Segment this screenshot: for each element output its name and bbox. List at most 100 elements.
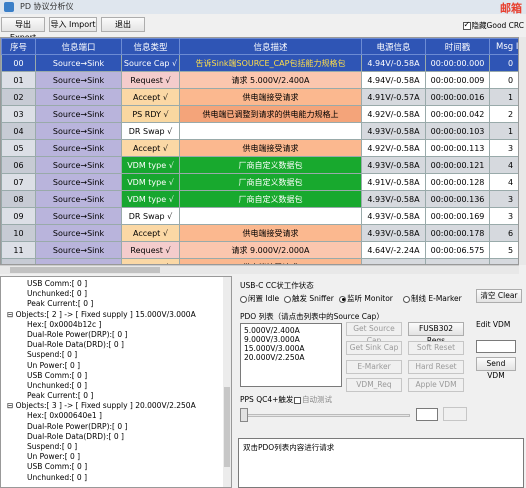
- cell-msgid: 3: [489, 190, 518, 208]
- header-port[interactable]: 信息端口: [35, 38, 122, 55]
- pdo-item[interactable]: 5.000V/2.400A: [244, 326, 338, 335]
- soft-reset-button[interactable]: Soft Reset: [408, 341, 464, 355]
- header-desc[interactable]: 信息描述: [179, 38, 362, 55]
- pdo-item[interactable]: 15.000V/3.000A: [244, 344, 338, 353]
- table-row[interactable]: 09 Source→Sink DR Swap √ 4.93V/-0.58A 00:00:…: [1, 207, 518, 225]
- table-row[interactable]: 08 Source→Sink VDM type √ 厂商自定义数据包 4.93V/-0.…: [1, 190, 518, 208]
- log-text: 双击PDO列表内容进行请求: [243, 443, 335, 452]
- fusb302-regs-button[interactable]: FUSB302 Regs: [408, 322, 464, 345]
- table-row[interactable]: 06 Source→Sink VDM type √ 厂商自定义数据包 4.93V/-0.…: [1, 156, 518, 174]
- hide-good-crc-label: 隐藏Good CRC: [471, 21, 524, 30]
- tree-node[interactable]: Unchunked:[ 0 ]: [1, 381, 231, 391]
- get-source-cap-button[interactable]: Get Source Cap: [346, 322, 402, 345]
- cell-msgid: 6: [489, 224, 518, 242]
- import-button[interactable]: 导入 Import: [49, 17, 97, 32]
- tree-node-object[interactable]: ⊟ Objects:[ 3 ] -> [ Fixed supply ] 20.0…: [1, 401, 231, 411]
- get-sink-cap-button[interactable]: Get Sink Cap: [346, 341, 402, 355]
- mode-sniffer[interactable]: 触发 Sniffer: [284, 293, 334, 304]
- tree-node[interactable]: Suspend:[ 0 ]: [1, 442, 231, 452]
- table-row[interactable]: 03 Source→Sink PS RDY √ 供电端已调整到请求的供电能力规格上 4.…: [1, 105, 518, 123]
- pps-apply-button[interactable]: [443, 407, 467, 421]
- cell-msgid: 0: [489, 71, 518, 89]
- tree-node[interactable]: Peak Current:[ 0 ]: [1, 299, 231, 309]
- hide-good-crc-checkbox[interactable]: 隐藏Good CRC: [462, 20, 524, 31]
- edit-vdm-label: Edit VDM: [476, 320, 511, 329]
- pdo-item[interactable]: 20.000V/2.250A: [244, 353, 338, 362]
- app-icon: [4, 2, 14, 12]
- table-row[interactable]: 02 Source→Sink Accept √ 供电端接受请求 4.91V/-0.57A…: [1, 88, 518, 106]
- table-row[interactable]: 11 Source→Sink Request √ 请求 9.000V/2.000A 4.…: [1, 241, 518, 259]
- table-row[interactable]: 00 Source→Sink Source Cap √ 告诉Sink端SOURCE_C…: [1, 54, 518, 72]
- hard-reset-button[interactable]: Hard Reset: [408, 360, 464, 374]
- cell-desc: [179, 207, 362, 225]
- packet-detail-tree[interactable]: USB Comm:[ 0 ] Unchunked:[ 0 ] Peak Curren…: [0, 276, 232, 488]
- cell-type: Accept √: [121, 224, 180, 242]
- mode-emarker[interactable]: 制线 E-Marker: [403, 293, 462, 304]
- send-vdm-button[interactable]: Send VDM: [476, 357, 516, 380]
- title-bar: PD 协议分析仪 邮箱: [0, 0, 526, 15]
- cell-port: Source→Sink: [35, 224, 122, 242]
- cell-type: Accept √: [121, 88, 180, 106]
- cell-port: Source→Sink: [35, 190, 122, 208]
- tree-node[interactable]: Dual-Role Data(DRD):[ 0 ]: [1, 340, 231, 350]
- tree-node[interactable]: Suspend:[ 0 ]: [1, 350, 231, 360]
- tree-node-object[interactable]: ⊟ Objects:[ 2 ] -> [ Fixed supply ] 15.0…: [1, 310, 231, 320]
- cell-no: 06: [1, 156, 36, 174]
- cell-port: Source→Sink: [35, 122, 122, 140]
- tree-scrollbar[interactable]: [223, 277, 231, 487]
- table-vertical-scrollbar[interactable]: [519, 37, 526, 265]
- header-no[interactable]: 序号: [1, 38, 36, 55]
- tree-node[interactable]: USB Comm:[ 0 ]: [1, 279, 231, 289]
- cell-type: Request √: [121, 71, 180, 89]
- tree-node[interactable]: Dual-Role Data(DRD):[ 0 ]: [1, 432, 231, 442]
- table-row[interactable]: 05 Source→Sink Accept √ 供电端接受请求 4.92V/-0.58A…: [1, 139, 518, 157]
- table-row[interactable]: 04 Source→Sink DR Swap √ 4.93V/-0.58A 00:00:…: [1, 122, 518, 140]
- tree-node[interactable]: Un Power:[ 0 ]: [1, 361, 231, 371]
- cell-type: Request √: [121, 241, 180, 259]
- cell-time: 00:00:00.169: [425, 207, 490, 225]
- tree-node[interactable]: Dual-Role Power(DRP):[ 0 ]: [1, 422, 231, 432]
- tree-scrollbar-thumb[interactable]: [224, 387, 230, 467]
- tree-node[interactable]: Peak Current:[ 0 ]: [1, 391, 231, 401]
- tree-node[interactable]: Un Power:[ 0 ]: [1, 452, 231, 462]
- mode-monitor[interactable]: 监听 Monitor: [339, 293, 393, 304]
- table-horizontal-scrollbar[interactable]: [0, 265, 519, 274]
- e-marker-button[interactable]: E-Marker: [346, 360, 402, 374]
- table-row[interactable]: 10 Source→Sink Accept √ 供电端接受请求 4.93V/-0.58A…: [1, 224, 518, 242]
- header-type[interactable]: 信息类型: [121, 38, 180, 55]
- header-time[interactable]: 时间戳: [425, 38, 490, 55]
- scrollbar-thumb[interactable]: [10, 267, 160, 273]
- collapse-icon[interactable]: ⊟: [7, 401, 16, 410]
- pps-slider[interactable]: [240, 408, 410, 422]
- tree-node[interactable]: Dual-Role Power(DRP):[ 0 ]: [1, 330, 231, 340]
- header-msgid[interactable]: Msg ID: [489, 38, 518, 55]
- tree-node[interactable]: Hex:[ 0x0004b12c ]: [1, 320, 231, 330]
- mode-idle[interactable]: 闲置 Idle: [240, 293, 279, 304]
- cell-no: 10: [1, 224, 36, 242]
- slider-knob[interactable]: [240, 408, 248, 422]
- table-row[interactable]: 01 Source→Sink Request √ 请求 5.000V/2.400A 4.…: [1, 71, 518, 89]
- tree-node[interactable]: USB Comm:[ 0 ]: [1, 371, 231, 381]
- cell-no: 05: [1, 139, 36, 157]
- tree-node[interactable]: Hex:[ 0x000640e1 ]: [1, 411, 231, 421]
- header-power[interactable]: 电源信息: [361, 38, 426, 55]
- table-row[interactable]: 07 Source→Sink VDM type √ 厂商自定义数据包 4.91V/-0.…: [1, 173, 518, 191]
- cell-desc: 告诉Sink端SOURCE_CAP包括能力规格包: [179, 54, 362, 72]
- pps-value-input[interactable]: [416, 408, 438, 421]
- pdo-list[interactable]: 5.000V/2.400A 9.000V/3.000A 15.000V/3.00…: [240, 323, 342, 387]
- pdo-item[interactable]: 9.000V/3.000A: [244, 335, 338, 344]
- tree-node[interactable]: Unchunked:[ 0 ]: [1, 289, 231, 299]
- edit-vdm-input[interactable]: [476, 340, 516, 353]
- cell-type: VDM type √: [121, 190, 180, 208]
- clear-button[interactable]: 清空 Clear: [476, 289, 522, 303]
- auto-test-checkbox[interactable]: 自动测试: [294, 394, 332, 405]
- collapse-icon[interactable]: ⊟: [7, 310, 16, 319]
- export-button[interactable]: 导出Export: [1, 17, 45, 42]
- apple-vdm-button[interactable]: Apple VDM: [408, 378, 464, 392]
- tree-node[interactable]: USB Comm:[ 0 ]: [1, 462, 231, 472]
- log-box[interactable]: 双击PDO列表内容进行请求: [238, 438, 524, 488]
- exit-button[interactable]: 退出: [101, 17, 145, 32]
- vdm-req-button[interactable]: VDM_Req: [346, 378, 402, 392]
- cell-power: 4.92V/-0.58A: [361, 105, 426, 123]
- tree-node[interactable]: Unchunked:[ 0 ]: [1, 473, 231, 483]
